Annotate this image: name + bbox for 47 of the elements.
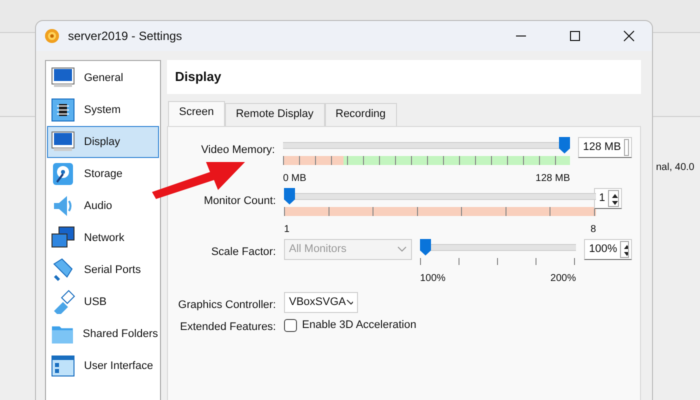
sidebar-item[interactable]: USB: [47, 286, 159, 318]
field-label: Video Memory:: [200, 142, 275, 158]
monitor-icon: [51, 130, 75, 154]
field-label: Monitor Count:: [202, 194, 276, 208]
sidebar-item[interactable]: Serial Ports: [47, 254, 159, 286]
page-title: Display: [167, 60, 641, 94]
sidebar-item[interactable]: Storage: [47, 158, 159, 190]
monitor-icon: [51, 66, 75, 90]
scale-label: 200%: [550, 272, 576, 286]
sidebar-item[interactable]: User Interface: [47, 350, 159, 382]
chip-icon: [51, 98, 75, 122]
maximize-icon: [569, 30, 581, 42]
graphics-select[interactable]: VBoxSVGA: [284, 292, 358, 312]
field-label: Graphics Controller:: [177, 298, 276, 312]
sidebar-item[interactable]: Shared Folders: [47, 318, 159, 350]
screens-icon: [51, 226, 75, 250]
checkbox-3d[interactable]: Enable 3D Acceleration: [284, 314, 416, 334]
slider-track[interactable]: [284, 188, 596, 204]
sidebar-item[interactable]: Audio: [47, 190, 159, 222]
spin-box[interactable]: 100%: [584, 238, 632, 260]
slider-thumb[interactable]: [559, 136, 570, 154]
sidebar-item[interactable]: Network: [47, 222, 159, 254]
scale-label: 1: [284, 222, 290, 236]
slider-thumb[interactable]: [420, 238, 431, 256]
chevron-icon: [346, 299, 353, 305]
field-label: Extended Features:: [178, 320, 276, 335]
scale-label: 128 MB: [536, 172, 570, 186]
tab[interactable]: Recording: [324, 103, 397, 126]
tab[interactable]: Screen: [168, 101, 225, 126]
slider-thumb[interactable]: [284, 188, 295, 204]
sidebar-item[interactable]: General: [47, 62, 159, 94]
scale-label: 100%: [420, 272, 446, 286]
sidebar-item[interactable]: System: [47, 94, 159, 126]
close-icon: [623, 30, 635, 42]
tab[interactable]: Remote Display: [224, 103, 324, 126]
field-label: Scale Factor:: [210, 244, 276, 260]
chevron-icon: [397, 246, 407, 252]
spin-box[interactable]: 128 MB: [578, 136, 632, 158]
window-title: server2019 - Settings: [68, 28, 182, 45]
window-icon: [51, 354, 75, 378]
spin-box[interactable]: 1: [594, 188, 622, 208]
background-text: nal, 40.0: [656, 161, 694, 175]
gear-icon: [44, 28, 60, 44]
scale-label: 0 MB: [282, 172, 306, 186]
sidebar-item[interactable]: Display: [47, 126, 159, 158]
connector-icon: [51, 258, 75, 282]
scale-label: 8: [590, 222, 596, 236]
